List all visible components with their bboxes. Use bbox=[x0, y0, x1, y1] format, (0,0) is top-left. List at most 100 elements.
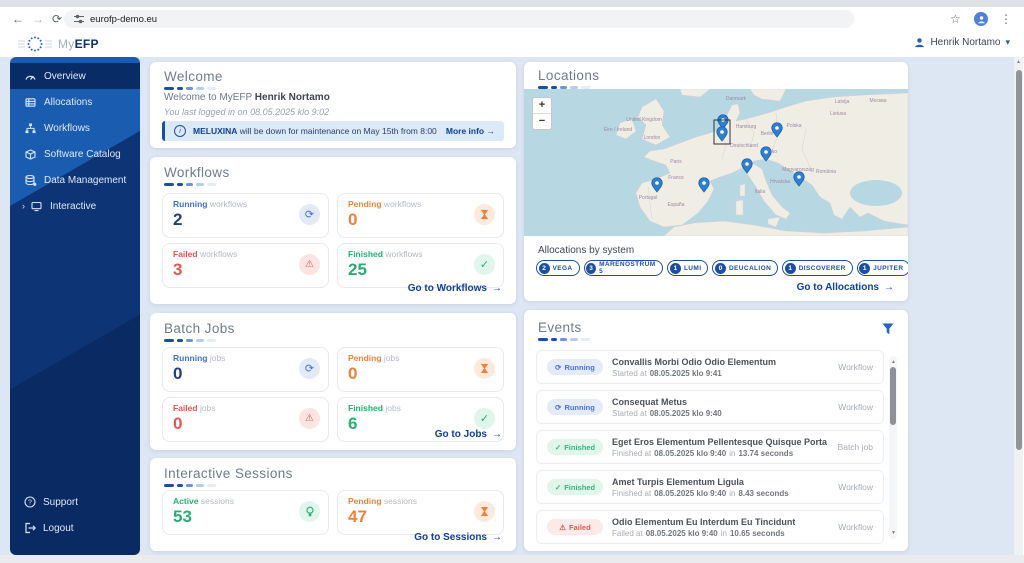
title-underline-decoration bbox=[164, 339, 235, 342]
stat-running-jobs: Running jobs 0 ⟳ bbox=[162, 347, 329, 392]
sidebar-item-label: Overview bbox=[44, 71, 86, 82]
card-title: Batch Jobs bbox=[164, 321, 235, 336]
status-badge: ✓Finished bbox=[547, 439, 603, 455]
map-label: Éire / Ireland bbox=[604, 126, 633, 133]
title-underline-decoration bbox=[164, 183, 230, 186]
zoom-in-button[interactable]: + bbox=[533, 98, 551, 114]
person-icon bbox=[914, 37, 925, 48]
warning-icon: ⚠ bbox=[559, 523, 566, 532]
go-to-jobs-link[interactable]: Go to Jobs→ bbox=[435, 429, 502, 440]
stat-value: 0 bbox=[173, 414, 318, 434]
more-info-link[interactable]: More info → bbox=[446, 126, 495, 136]
browser-refresh-icon[interactable]: ⟳ bbox=[52, 7, 62, 32]
map-zoom-control: + − bbox=[532, 97, 552, 130]
events-scrollbar[interactable]: ▲ ▼ bbox=[889, 356, 897, 539]
event-title: Amet Turpis Elementum Ligula bbox=[612, 477, 789, 487]
last-login-text: You last logged in on 08.05.2025 klo 9:0… bbox=[164, 107, 329, 117]
stat-running-workflows: Running workflows 2 ⟳ bbox=[162, 193, 329, 238]
page-scrollbar-thumb[interactable] bbox=[1016, 70, 1022, 450]
sync-icon: ⟳ bbox=[299, 204, 320, 225]
scroll-down-icon[interactable]: ▼ bbox=[889, 528, 898, 538]
map-label: România bbox=[816, 169, 836, 175]
site-settings-icon[interactable] bbox=[74, 14, 84, 24]
event-title: Convallis Morbi Odio Odio Elementum bbox=[612, 357, 776, 367]
stat-pending-jobs: Pending jobs 0 bbox=[337, 347, 504, 392]
map-label: London bbox=[644, 135, 661, 141]
sidebar-item-support[interactable]: ? Support bbox=[10, 489, 140, 515]
event-detail: Started at08.05.2025 klo 9:41 bbox=[612, 369, 776, 378]
gauge-icon bbox=[24, 70, 37, 83]
event-row[interactable]: ⚠Failed Odio Elementum Eu Interdum Eu Ti… bbox=[536, 510, 884, 544]
eu-stars-logo-icon bbox=[18, 35, 52, 53]
hourglass-icon bbox=[474, 204, 495, 225]
stat-value: 0 bbox=[348, 210, 493, 230]
map-label: Lietuva bbox=[830, 111, 846, 117]
chip-vega[interactable]: 2VEGA bbox=[536, 260, 580, 276]
event-type: Workflow bbox=[838, 402, 873, 412]
scroll-up-icon[interactable]: ▲ bbox=[1014, 57, 1023, 67]
chevron-right-icon: › bbox=[22, 201, 25, 211]
brand-name: MyEFP bbox=[58, 37, 99, 51]
url-text: eurofp-demo.eu bbox=[90, 14, 157, 25]
browser-back-icon[interactable]: ← bbox=[12, 7, 24, 32]
welcome-card: Welcome Welcome to MyEFP Henrik Nortamo … bbox=[150, 62, 516, 148]
event-type: Workflow bbox=[838, 482, 873, 492]
hourglass-icon bbox=[474, 358, 495, 379]
map-label: France bbox=[668, 175, 684, 181]
sidebar-item-software-catalog[interactable]: Software Catalog bbox=[10, 141, 140, 167]
interactive-sessions-card: Interactive Sessions Active sessions 53 … bbox=[150, 458, 516, 551]
address-bar[interactable]: eurofp-demo.eu bbox=[64, 10, 854, 28]
stat-failed-workflows: Failed workflows 3 ⚠ bbox=[162, 243, 329, 288]
user-name: Henrik Nortamo bbox=[255, 92, 330, 103]
event-row[interactable]: ⟳Running Convallis Morbi Odio Odio Eleme… bbox=[536, 350, 884, 384]
sidebar-item-data-management[interactable]: Data Management bbox=[10, 167, 140, 193]
browser-window-frame bbox=[0, 0, 1024, 7]
hourglass-icon bbox=[474, 501, 495, 522]
sidebar-item-interactive[interactable]: › Interactive bbox=[10, 193, 140, 219]
map-canvas: United Kingdom Éire / Ireland London Par… bbox=[524, 89, 908, 236]
map-label: Hrvatska bbox=[770, 179, 790, 185]
app-header: MyEFP Henrik Nortamo ▾ bbox=[0, 32, 1024, 58]
package-box-icon bbox=[24, 148, 37, 161]
card-title: Locations bbox=[538, 68, 599, 83]
go-to-workflows-link[interactable]: Go to Workflows→ bbox=[408, 283, 502, 294]
map-label: Italia bbox=[755, 189, 766, 195]
maintenance-text: MELUXINA will be down for maintenance on… bbox=[193, 126, 439, 136]
go-to-sessions-link[interactable]: Go to Sessions→ bbox=[414, 532, 502, 543]
event-row[interactable]: ✓Finished Eget Eros Elementum Pellentesq… bbox=[536, 430, 884, 464]
go-to-allocations-link[interactable]: Go to Allocations→ bbox=[797, 282, 894, 293]
browser-forward-icon[interactable]: → bbox=[32, 7, 44, 32]
sidebar-item-logout[interactable]: Logout bbox=[10, 515, 140, 541]
event-row[interactable]: ⟳Running Consequat Metus Started at08.05… bbox=[536, 390, 884, 424]
browser-menu-icon[interactable]: ⋮ bbox=[1000, 7, 1012, 32]
lightbulb-icon bbox=[299, 501, 320, 522]
map-label: España bbox=[668, 202, 685, 208]
events-scrollbar-thumb[interactable] bbox=[890, 367, 896, 425]
user-menu[interactable]: Henrik Nortamo ▾ bbox=[914, 37, 1010, 48]
scroll-up-icon[interactable]: ▲ bbox=[889, 357, 898, 367]
europe-map[interactable]: United Kingdom Éire / Ireland London Par… bbox=[524, 89, 908, 236]
zoom-out-button[interactable]: − bbox=[533, 114, 551, 129]
bookmark-star-icon[interactable]: ☆ bbox=[950, 7, 961, 32]
horizontal-scrollbar[interactable] bbox=[0, 555, 1024, 563]
locations-card: Locations bbox=[524, 62, 908, 301]
map-label: Latvija bbox=[835, 99, 850, 105]
chip-discoverer[interactable]: 1DISCOVERER bbox=[782, 260, 852, 276]
check-icon: ✓ bbox=[555, 483, 561, 492]
chip-deucalion[interactable]: 0DEUCALION bbox=[712, 260, 778, 276]
sidebar-item-workflows[interactable]: Workflows bbox=[10, 115, 140, 141]
arrow-right-icon: → bbox=[492, 532, 502, 543]
filter-funnel-icon[interactable] bbox=[882, 323, 894, 335]
chip-jupiter[interactable]: 1JUPITER bbox=[857, 260, 908, 276]
sidebar-item-overview[interactable]: Overview bbox=[10, 63, 140, 89]
batch-jobs-card: Batch Jobs Running jobs 0 ⟳ Pending jobs… bbox=[150, 313, 516, 450]
event-row[interactable]: ✓Finished Amet Turpis Elementum Ligula F… bbox=[536, 470, 884, 504]
browser-profile-avatar[interactable] bbox=[974, 12, 988, 26]
chip-lumi[interactable]: 1LUMI bbox=[667, 260, 708, 276]
arrow-right-icon: → bbox=[487, 126, 496, 136]
sidebar-item-label: Workflows bbox=[44, 123, 90, 134]
chip-marenostrum-5[interactable]: 3MARENOSTRUM 5 bbox=[584, 260, 664, 276]
sidebar-item-allocations[interactable]: Allocations bbox=[10, 89, 140, 115]
stat-value: 53 bbox=[173, 507, 318, 527]
sidebar-item-label: Allocations bbox=[44, 97, 92, 108]
